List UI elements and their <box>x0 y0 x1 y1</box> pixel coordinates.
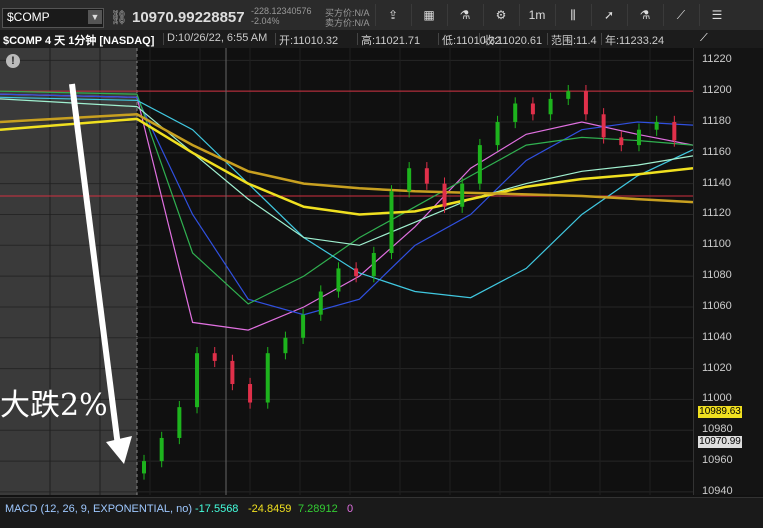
candle-body <box>265 353 270 403</box>
candle-body <box>283 337 288 354</box>
macd-study-bar: MACD (12, 26, 9, EXPONENTIAL, no) -17.55… <box>0 497 763 528</box>
y-tick-label: 11100 <box>702 238 731 251</box>
candle-body <box>336 268 341 292</box>
candle-body <box>424 168 429 184</box>
last-price-label: 10970.99 <box>698 436 742 448</box>
y-tick-label: 11180 <box>702 114 731 127</box>
candle-body <box>583 91 588 115</box>
candle-body <box>601 114 606 138</box>
candles <box>142 84 677 480</box>
candle-body <box>371 253 376 277</box>
y-tick-label: 11120 <box>702 207 731 220</box>
candle-body <box>230 360 235 385</box>
y-tick-label: 10940 <box>702 484 733 497</box>
change-abs: -228.12340576 <box>251 6 312 16</box>
candle-body <box>389 191 394 254</box>
y-tick-label: 11220 <box>702 53 732 66</box>
beaker-icon[interactable]: ⚗ <box>627 4 662 26</box>
alert-icon[interactable]: ! <box>6 54 20 68</box>
candle-body <box>477 145 482 184</box>
y-tick-label: 11200 <box>702 84 732 97</box>
y-tick-label: 11060 <box>702 299 732 312</box>
calendar-icon[interactable]: ▦ <box>411 4 446 26</box>
candle-body <box>195 353 200 408</box>
annotation-text: 大跌2% <box>0 388 108 423</box>
interval-button[interactable]: 1m <box>519 4 554 26</box>
candle-body <box>407 168 412 192</box>
more-icon[interactable]: ☰ <box>699 4 734 26</box>
y-tick-label: 10980 <box>702 423 733 436</box>
y-tick-label: 11040 <box>702 330 732 343</box>
bar-high: 高:11021.71 <box>361 35 421 47</box>
share-icon[interactable]: ⇪ <box>375 4 410 26</box>
candle-body <box>530 103 535 115</box>
candle-body <box>248 384 253 403</box>
macd-label[interactable]: MACD (12, 26, 9, EXPONENTIAL, no) <box>5 503 192 515</box>
symbol-input[interactable]: $COMP ▼ <box>2 8 104 28</box>
candle-body <box>619 137 624 146</box>
settings-icon[interactable]: ⚙ <box>483 4 518 26</box>
candle-body <box>654 121 659 130</box>
candle-body <box>566 91 571 99</box>
candle-body <box>672 121 677 141</box>
chevron-down-icon[interactable]: ▼ <box>88 10 102 24</box>
toolbar: $COMP ▼ ⛓ 10970.99228857 -228.12340576 -… <box>0 0 763 31</box>
candle-icon[interactable]: ⫼ <box>555 4 590 26</box>
drawing-icon[interactable]: ⟋ <box>663 4 698 26</box>
last-price: 10970.99228857 <box>132 9 245 26</box>
bar-datetime: D:10/26/22, 6:55 AM <box>167 32 268 44</box>
candle-body <box>442 183 447 207</box>
candle-body <box>495 121 500 146</box>
y-tick-label: 11020 <box>702 361 732 374</box>
candle-body <box>142 461 146 474</box>
y-tick-label: 11160 <box>702 145 731 158</box>
candle-body <box>212 353 217 361</box>
candle-body <box>159 437 164 462</box>
ask-price: 卖方价:N/A <box>325 18 370 28</box>
macd-value: -17.5568 <box>195 503 239 515</box>
yellow-price-label: 10989.63 <box>698 406 742 418</box>
bar-range: 范围:11.4 <box>551 35 597 47</box>
price-chart[interactable] <box>0 48 694 495</box>
macd-diff: 7.28912 <box>298 503 338 515</box>
flask-icon[interactable]: ⚗ <box>447 4 482 26</box>
candle-body <box>354 268 359 277</box>
candle-body <box>548 98 553 115</box>
macd-signal: -24.8459 <box>248 503 292 515</box>
y-tick-label: 11000 <box>702 392 732 405</box>
candle-body <box>318 291 323 315</box>
y-tick-label: 11140 <box>702 176 731 189</box>
macd-zero: 0 <box>347 503 354 515</box>
chart-title: $COMP 4 天 1分钟 [NASDAQ] <box>3 35 155 47</box>
year-high: 年:11233.24 <box>605 35 665 47</box>
candle-body <box>301 314 306 338</box>
info-bar: $COMP 4 天 1分钟 [NASDAQ] D:10/26/22, 6:55 … <box>0 30 763 48</box>
y-tick-label: 10960 <box>702 454 733 467</box>
bar-close: 收:11020.61 <box>483 35 543 47</box>
link-icon[interactable]: ⛓ <box>110 9 128 26</box>
chart-canvas[interactable] <box>0 48 694 495</box>
symbol-text: $COMP <box>7 10 50 24</box>
candle-body <box>636 129 641 146</box>
change-pct: -2.04% <box>251 16 280 26</box>
candle-body <box>460 183 465 207</box>
y-tick-label: 11080 <box>702 269 732 282</box>
candle-body <box>177 407 182 438</box>
drawing-tools-icon[interactable]: ⟋ <box>700 32 708 45</box>
price-axis[interactable]: 11220 11200 11180 11160 11140 11120 11100 11080… <box>693 48 763 497</box>
cursor-icon[interactable]: ➚ <box>591 4 626 26</box>
bar-open: 开:11010.32 <box>279 35 339 47</box>
candle-body <box>513 103 518 122</box>
